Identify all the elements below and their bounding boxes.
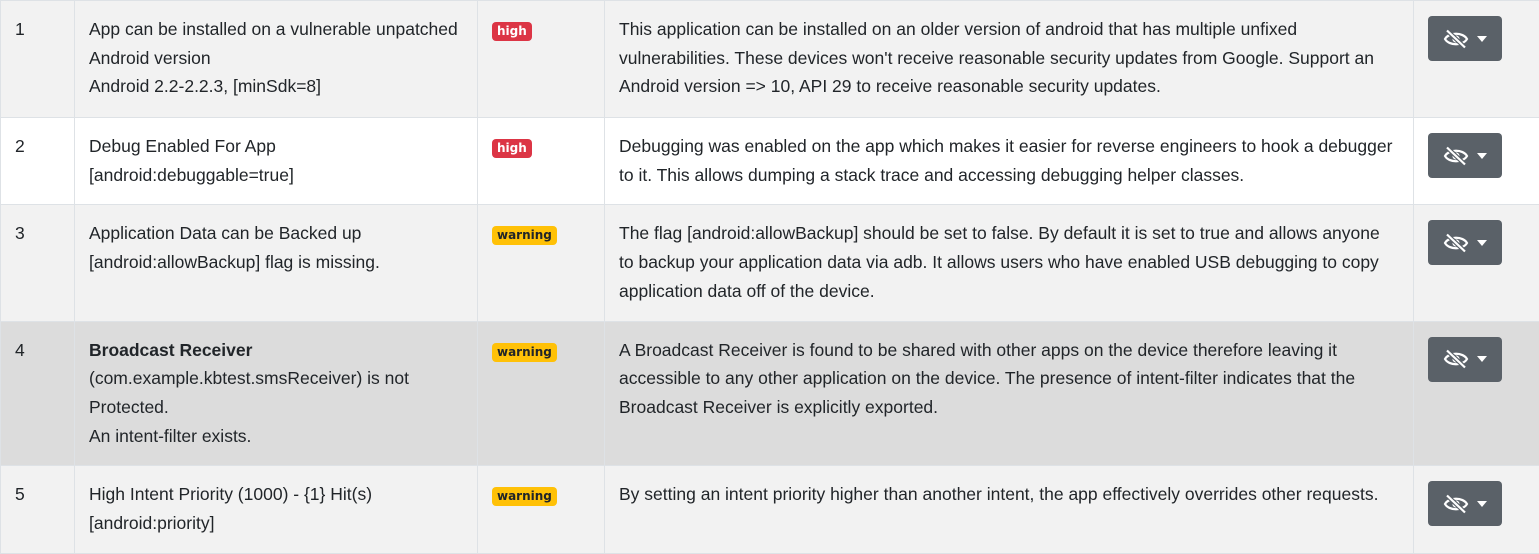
eye-slash-icon bbox=[1443, 494, 1469, 514]
issue-detail: [android:debuggable=true] bbox=[89, 161, 463, 190]
table-row: 4 Broadcast Receiver (com.example.kbtest… bbox=[1, 321, 1539, 466]
findings-table: 1 App can be installed on a vulnerable u… bbox=[0, 0, 1539, 554]
severity-badge: high bbox=[492, 22, 532, 41]
actions-cell bbox=[1414, 321, 1539, 466]
description-cell: This application can be installed on an … bbox=[605, 1, 1414, 118]
issue-cell: Broadcast Receiver (com.example.kbtest.s… bbox=[75, 321, 478, 466]
severity-cell: warning bbox=[478, 466, 605, 554]
description-cell: By setting an intent priority higher tha… bbox=[605, 466, 1414, 554]
issue-text: High Intent Priority (1000) - {1} Hit(s) bbox=[89, 480, 463, 509]
eye-slash-icon bbox=[1443, 146, 1469, 166]
caret-down-icon bbox=[1477, 356, 1487, 362]
caret-down-icon bbox=[1477, 153, 1487, 159]
actions-cell bbox=[1414, 205, 1539, 321]
suppress-dropdown-button[interactable] bbox=[1428, 133, 1502, 178]
issue-cell: High Intent Priority (1000) - {1} Hit(s)… bbox=[75, 466, 478, 554]
severity-badge: warning bbox=[492, 487, 557, 506]
suppress-dropdown-button[interactable] bbox=[1428, 220, 1502, 265]
eye-slash-icon bbox=[1443, 349, 1469, 369]
description-cell: Debugging was enabled on the app which m… bbox=[605, 118, 1414, 205]
description-cell: A Broadcast Receiver is found to be shar… bbox=[605, 321, 1414, 466]
issue-text: App can be installed on a vulnerable unp… bbox=[89, 15, 463, 72]
eye-slash-icon bbox=[1443, 233, 1469, 253]
issue-text: (com.example.kbtest.smsReceiver) is not … bbox=[89, 364, 463, 421]
issue-detail: [android:allowBackup] flag is missing. bbox=[89, 248, 463, 277]
actions-cell bbox=[1414, 1, 1539, 118]
issue-text: Application Data can be Backed up bbox=[89, 219, 463, 248]
caret-down-icon bbox=[1477, 240, 1487, 246]
table-row: 2 Debug Enabled For App [android:debugga… bbox=[1, 118, 1539, 205]
issue-text: Debug Enabled For App bbox=[89, 132, 463, 161]
issue-cell: App can be installed on a vulnerable unp… bbox=[75, 1, 478, 118]
table-row: 1 App can be installed on a vulnerable u… bbox=[1, 1, 1539, 118]
severity-badge: warning bbox=[492, 343, 557, 362]
issue-cell: Debug Enabled For App [android:debuggabl… bbox=[75, 118, 478, 205]
actions-cell bbox=[1414, 466, 1539, 554]
table-row: 3 Application Data can be Backed up [and… bbox=[1, 205, 1539, 321]
caret-down-icon bbox=[1477, 36, 1487, 42]
severity-cell: warning bbox=[478, 321, 605, 466]
row-number: 2 bbox=[1, 118, 75, 205]
row-number: 4 bbox=[1, 321, 75, 466]
eye-slash-icon bbox=[1443, 29, 1469, 49]
issue-detail: An intent-filter exists. bbox=[89, 422, 463, 451]
severity-cell: warning bbox=[478, 205, 605, 321]
suppress-dropdown-button[interactable] bbox=[1428, 16, 1502, 61]
severity-cell: high bbox=[478, 118, 605, 205]
issue-cell: Application Data can be Backed up [andro… bbox=[75, 205, 478, 321]
table-row: 5 High Intent Priority (1000) - {1} Hit(… bbox=[1, 466, 1539, 554]
row-number: 3 bbox=[1, 205, 75, 321]
issue-detail: Android 2.2-2.2.3, [minSdk=8] bbox=[89, 72, 463, 101]
suppress-dropdown-button[interactable] bbox=[1428, 337, 1502, 382]
caret-down-icon bbox=[1477, 501, 1487, 507]
severity-badge: warning bbox=[492, 226, 557, 245]
row-number: 1 bbox=[1, 1, 75, 118]
severity-badge: high bbox=[492, 139, 532, 158]
issue-detail: [android:priority] bbox=[89, 509, 463, 538]
actions-cell bbox=[1414, 118, 1539, 205]
suppress-dropdown-button[interactable] bbox=[1428, 481, 1502, 526]
issue-title: Broadcast Receiver bbox=[89, 336, 463, 365]
description-cell: The flag [android:allowBackup] should be… bbox=[605, 205, 1414, 321]
severity-cell: high bbox=[478, 1, 605, 118]
row-number: 5 bbox=[1, 466, 75, 554]
